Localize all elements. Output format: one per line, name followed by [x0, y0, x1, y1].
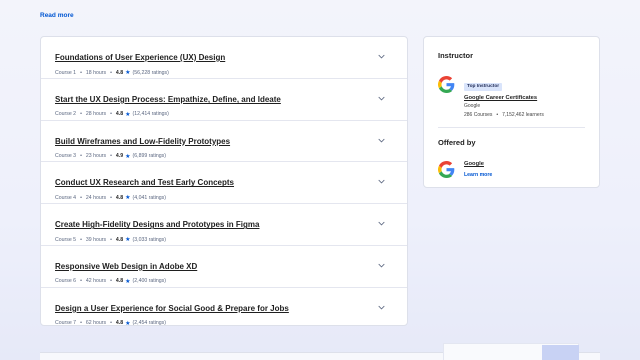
chevron-down-icon[interactable]	[378, 178, 385, 185]
course-hours: 28 hours	[85, 111, 107, 118]
course-title[interactable]: Create High-Fidelity Designs and Prototy…	[55, 220, 259, 229]
star-icon: ★	[125, 153, 131, 160]
course-rating: 4.8	[115, 278, 124, 285]
course-meta: Course 7 • 62 hours • 4.8 ★ (2,454 ratings)	[55, 320, 166, 327]
course-meta: Course 3 • 23 hours • 4.9 ★ (6,899 ratings)	[55, 153, 166, 160]
chevron-down-icon[interactable]	[378, 137, 385, 144]
course-number: Course 3	[55, 153, 77, 160]
course-ratings-count: (12,414 ratings)	[132, 111, 169, 118]
course-item[interactable]: Start the UX Design Process: Empathize, …	[41, 79, 407, 121]
google-logo-icon	[438, 76, 455, 93]
instructor-courses: 286 Courses	[464, 112, 493, 118]
course-item[interactable]: Create High-Fidelity Designs and Prototy…	[41, 204, 407, 246]
chevron-down-icon[interactable]	[378, 220, 385, 227]
course-rating: 4.8	[115, 320, 124, 327]
course-ratings-count: (2,400 ratings)	[132, 278, 166, 285]
course-item[interactable]: Conduct UX Research and Test Early Conce…	[41, 162, 407, 205]
course-hours: 39 hours	[85, 236, 107, 243]
course-meta: Course 5 • 39 hours • 4.8 ★ (3,033 ratings)	[55, 236, 166, 244]
course-meta: Course 6 • 42 hours • 4.8 ★ (2,400 ratings)	[55, 278, 166, 285]
instructor-heading: Instructor	[438, 51, 474, 60]
course-hours: 18 hours	[85, 69, 107, 76]
course-rating: 4.8	[115, 111, 124, 118]
google-logo-icon	[438, 161, 455, 178]
course-rating: 4.8	[115, 194, 124, 201]
course-meta: Course 4 • 24 hours • 4.8 ★ (4,041 ratings)	[55, 194, 166, 202]
bottom-card-accent	[542, 345, 579, 360]
course-list: Foundations of User Experience (UX) Desi…	[40, 36, 408, 327]
course-hours: 42 hours	[85, 278, 107, 285]
course-title[interactable]: Conduct UX Research and Test Early Conce…	[55, 178, 234, 187]
instructor-stats: 286 Courses • 7,152,462 learners	[464, 112, 544, 118]
course-number: Course 6	[55, 278, 77, 285]
course-number: Course 5	[55, 236, 77, 243]
star-icon: ★	[125, 70, 131, 76]
course-ratings-count: (56,228 ratings)	[132, 69, 169, 76]
course-title[interactable]: Design a User Experience for Social Good…	[55, 304, 289, 313]
course-title[interactable]: Start the UX Design Process: Empathize, …	[55, 95, 281, 104]
star-icon: ★	[125, 237, 131, 244]
star-icon: ★	[125, 195, 131, 202]
learn-more-link[interactable]: Learn more	[464, 172, 492, 178]
course-meta: Course 1 • 18 hours • 4.8 ★ (56,228 ratings…	[55, 69, 169, 77]
course-number: Course 2	[55, 111, 77, 118]
offered-by-row: Google Learn more	[438, 159, 585, 178]
course-ratings-count: (2,454 ratings)	[132, 320, 166, 327]
course-number: Course 4	[55, 194, 77, 201]
course-item[interactable]: Foundations of User Experience (UX) Desi…	[41, 37, 407, 79]
top-instructor-badge: Top Instructor	[464, 82, 503, 91]
course-ratings-count: (6,899 ratings)	[132, 153, 166, 160]
course-ratings-count: (3,033 ratings)	[132, 236, 166, 243]
course-rating: 4.8	[115, 236, 124, 243]
course-number: Course 1	[55, 69, 77, 76]
course-ratings-count: (4,041 ratings)	[132, 194, 166, 201]
course-item[interactable]: Responsive Web Design in Adobe XD Course…	[41, 246, 407, 288]
star-icon: ★	[125, 111, 131, 118]
course-meta: Course 2 • 28 hours • 4.8 ★ (12,414 ratings…	[55, 111, 169, 118]
chevron-down-icon[interactable]	[378, 53, 385, 60]
instructor-panel: Instructor Top Instructor Google Career …	[423, 36, 600, 188]
course-title[interactable]: Foundations of User Experience (UX) Desi…	[55, 53, 225, 62]
chevron-down-icon[interactable]	[378, 304, 385, 311]
star-icon: ★	[125, 320, 131, 327]
offered-by-heading: Offered by	[438, 138, 476, 147]
course-hours: 62 hours	[85, 320, 107, 327]
course-item[interactable]: Build Wireframes and Low-Fidelity Protot…	[41, 121, 407, 163]
course-title[interactable]: Build Wireframes and Low-Fidelity Protot…	[55, 137, 230, 146]
course-rating: 4.8	[115, 69, 124, 76]
offered-by-name-link[interactable]: Google	[464, 161, 492, 167]
star-icon: ★	[125, 278, 131, 285]
instructor-name-link[interactable]: Google Career Certificates	[464, 95, 544, 101]
course-rating: 4.9	[115, 153, 124, 160]
course-item[interactable]: Design a User Experience for Social Good…	[41, 288, 407, 330]
course-hours: 24 hours	[85, 194, 107, 201]
instructor-org: Google	[464, 103, 481, 109]
chevron-down-icon[interactable]	[378, 95, 385, 102]
course-number: Course 7	[55, 320, 77, 327]
course-hours: 23 hours	[85, 153, 107, 160]
read-more-link[interactable]: Read more	[40, 12, 74, 19]
course-title[interactable]: Responsive Web Design in Adobe XD	[55, 262, 197, 271]
divider	[438, 127, 585, 128]
chevron-down-icon[interactable]	[378, 262, 385, 269]
instructor-row: Top Instructor Google Career Certificate…	[438, 74, 585, 118]
instructor-learners: 7,152,462 learners	[502, 112, 544, 118]
